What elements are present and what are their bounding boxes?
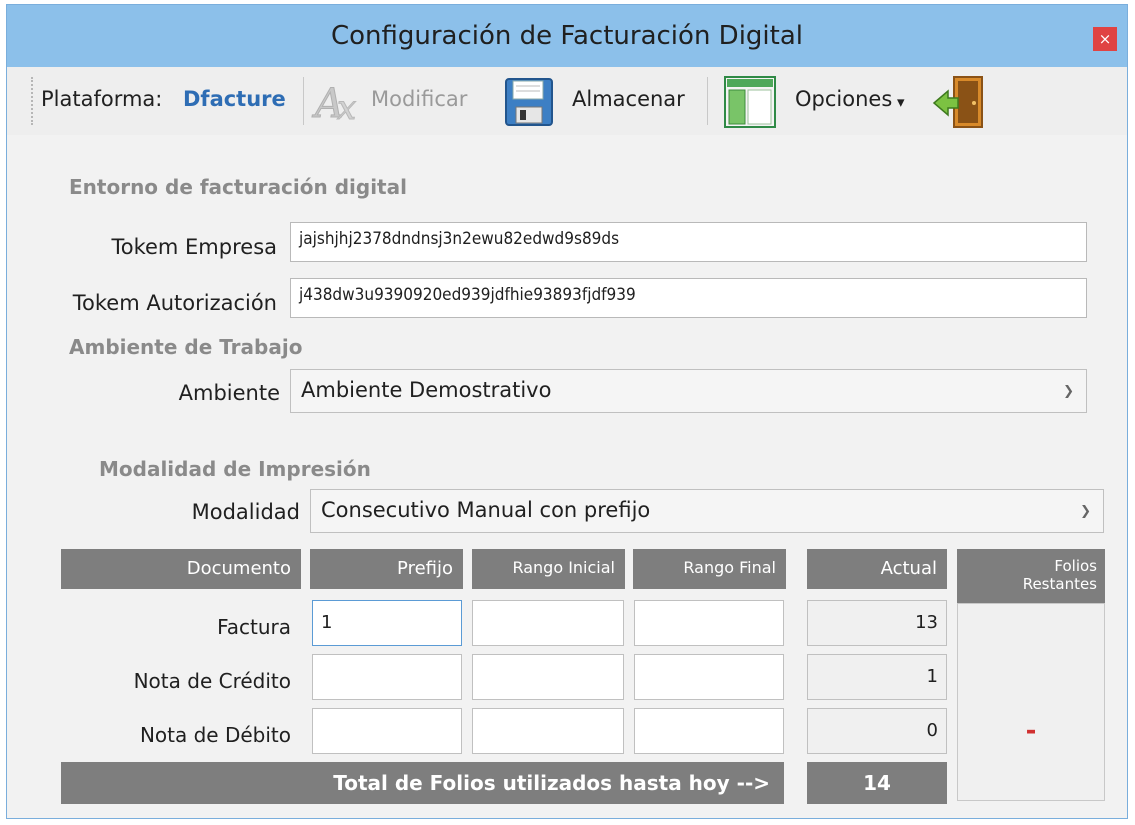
token-company-label: Tokem Empresa	[111, 235, 277, 259]
credit-note-end-field[interactable]	[634, 654, 784, 700]
save-button[interactable]: Almacenar	[572, 87, 685, 111]
invoice-start-field[interactable]	[472, 600, 624, 646]
row-label-debit-note: Nota de Débito	[139, 723, 291, 747]
section-environment-title: Entorno de facturación digital	[69, 175, 407, 199]
exit-door-icon[interactable]	[932, 75, 986, 133]
toolbar-separator	[303, 77, 304, 125]
print-mode-select[interactable]: Consecutivo Manual con prefijo ❯	[310, 489, 1104, 533]
remaining-box: -	[957, 603, 1105, 801]
modify-icon[interactable]: A x	[311, 75, 373, 131]
header-current: Actual	[807, 549, 947, 589]
total-label: Total de Folios utilizados hasta hoy -->	[61, 762, 784, 804]
header-document: Documento	[61, 549, 301, 589]
options-dropdown-arrow[interactable]: ▾	[897, 93, 905, 111]
platform-label: Plataforma:	[41, 87, 163, 111]
close-button[interactable]: ×	[1093, 27, 1117, 51]
header-start-range: Rango Inicial	[472, 549, 625, 589]
work-env-label: Ambiente	[178, 381, 280, 405]
toolbar-grip	[31, 77, 35, 125]
header-remaining: Folios Restantes	[957, 549, 1105, 603]
toolbar: Plataforma: Dfacture A x Modificar Almac…	[7, 67, 1127, 135]
chevron-down-icon: ❯	[1080, 504, 1091, 519]
header-end-range: Rango Final	[633, 549, 786, 589]
config-window: Configuración de Facturación Digital × P…	[6, 4, 1128, 819]
platform-value: Dfacture	[183, 87, 286, 111]
token-company-field[interactable]: jajshjhj2378dndnsj3n2ewu82edwd9s89ds	[290, 222, 1087, 262]
token-auth-field[interactable]: j438dw3u9390920ed939jdfhie93893fjdf939	[290, 278, 1087, 318]
credit-note-start-field[interactable]	[472, 654, 624, 700]
floppy-disk-icon[interactable]	[504, 77, 554, 131]
print-mode-selected: Consecutivo Manual con prefijo	[321, 498, 651, 522]
svg-text:x: x	[337, 88, 356, 127]
toolbar-separator	[707, 77, 708, 125]
print-mode-label: Modalidad	[191, 500, 300, 524]
header-prefix: Prefijo	[310, 549, 463, 589]
row-label-invoice: Factura	[217, 615, 291, 639]
row-label-credit-note: Nota de Crédito	[133, 669, 291, 693]
section-work-env-title: Ambiente de Trabajo	[69, 335, 303, 359]
debit-note-end-field[interactable]	[634, 708, 784, 754]
invoice-end-field[interactable]	[634, 600, 784, 646]
section-print-mode-title: Modalidad de Impresión	[99, 457, 371, 481]
work-env-selected: Ambiente Demostrativo	[301, 378, 552, 402]
chevron-down-icon: ❯	[1063, 384, 1074, 399]
title-bar: Configuración de Facturación Digital ×	[7, 5, 1127, 67]
modify-button[interactable]: Modificar	[371, 87, 467, 111]
work-env-select[interactable]: Ambiente Demostrativo ❯	[290, 369, 1087, 413]
credit-note-current-value: 1	[807, 654, 947, 700]
window-options-icon[interactable]	[723, 75, 777, 133]
debit-note-prefix-field[interactable]	[312, 708, 462, 754]
total-value: 14	[807, 762, 947, 804]
debit-note-current-value: 0	[807, 708, 947, 754]
remaining-value: -	[1025, 716, 1037, 746]
options-button[interactable]: Opciones	[795, 87, 892, 111]
token-auth-label: Tokem Autorización	[72, 291, 277, 315]
invoice-prefix-field[interactable]: 1	[312, 600, 462, 646]
debit-note-start-field[interactable]	[472, 708, 624, 754]
credit-note-prefix-field[interactable]	[312, 654, 462, 700]
invoice-current-value: 13	[807, 600, 947, 646]
window-title: Configuración de Facturación Digital	[330, 21, 804, 51]
